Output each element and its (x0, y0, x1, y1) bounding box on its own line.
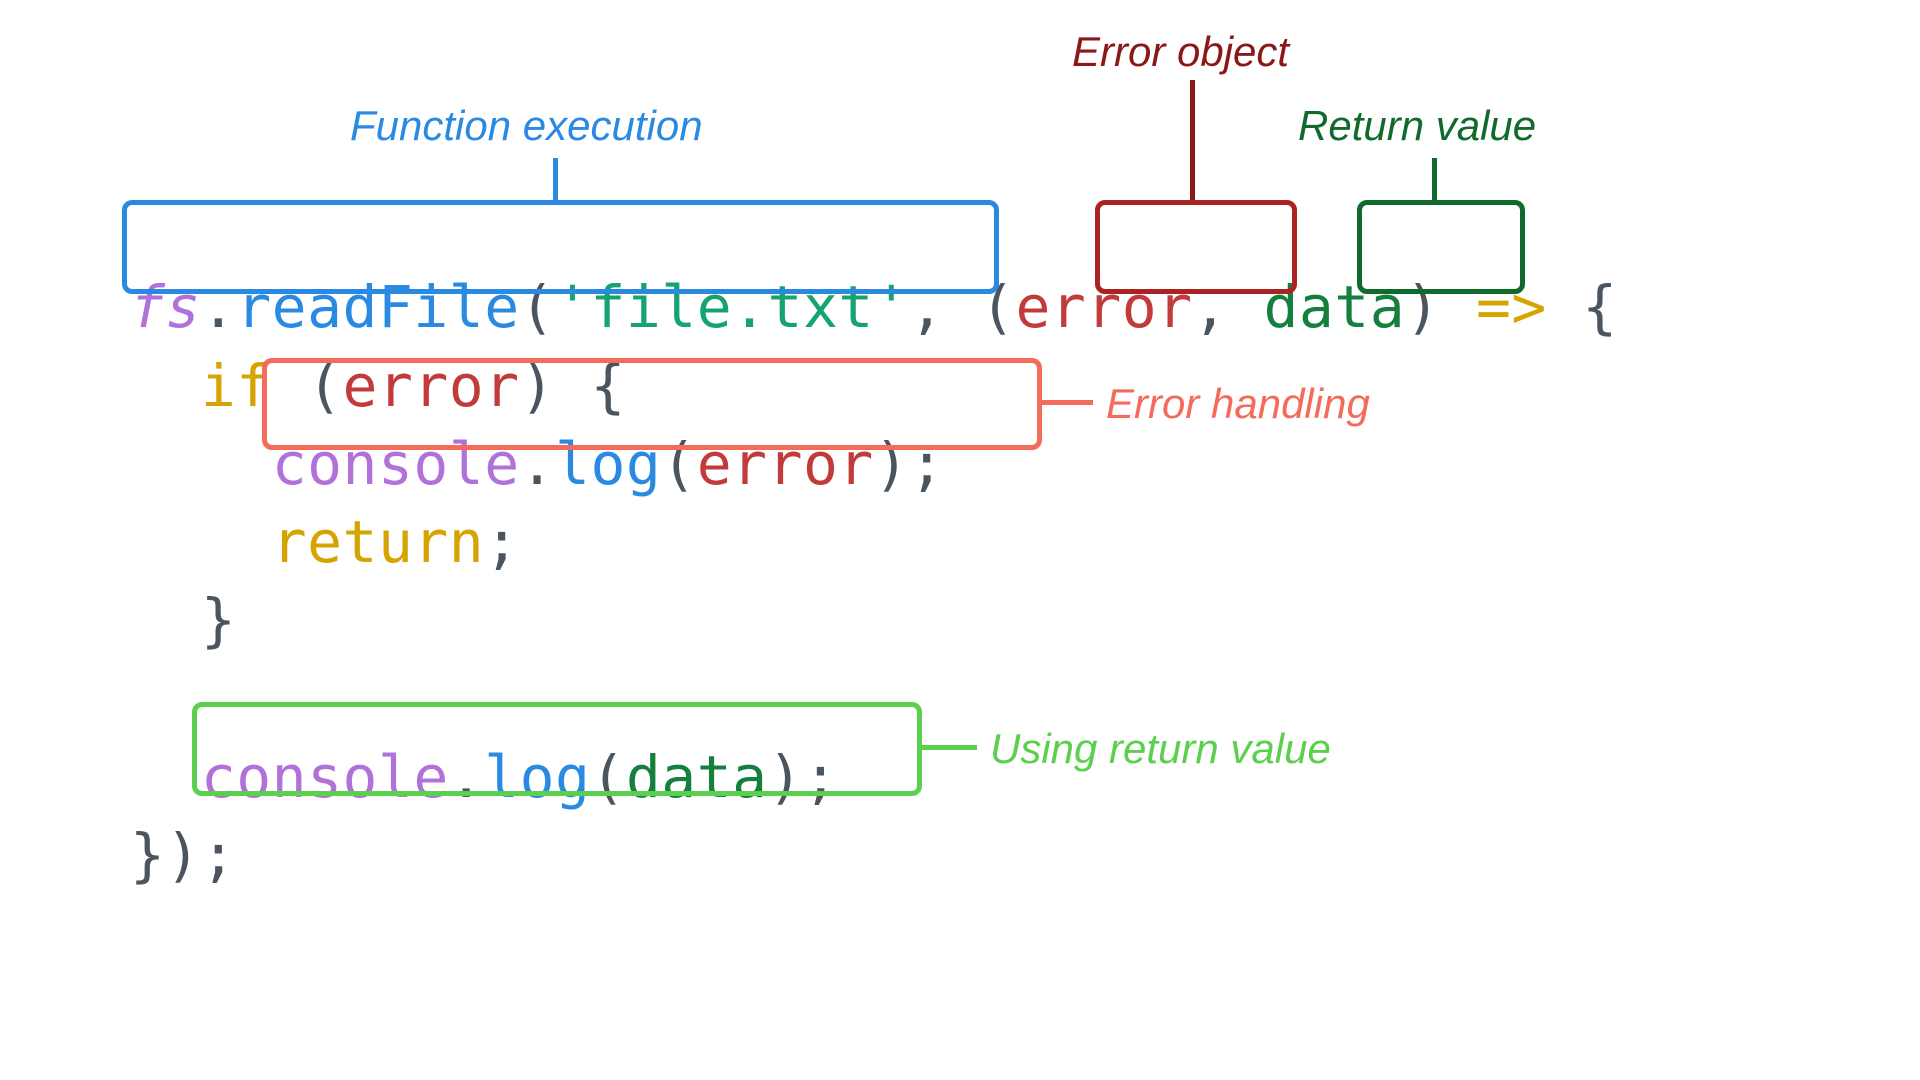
label-return-value: Return value (1298, 102, 1536, 150)
highlight-function-execution (122, 200, 999, 294)
connector-function-execution (553, 158, 558, 200)
label-using-return-value: Using return value (990, 725, 1331, 773)
highlight-using-return-value (192, 702, 922, 796)
token-return: return (272, 508, 485, 576)
connector-error-object (1190, 80, 1195, 200)
connector-using-return-value (917, 745, 977, 750)
label-error-handling: Error handling (1106, 380, 1370, 428)
label-function-execution: Function execution (350, 102, 703, 150)
label-error-object: Error object (1072, 28, 1289, 76)
connector-return-value (1432, 158, 1437, 200)
highlight-error-handling (262, 358, 1042, 450)
highlight-return-value (1357, 200, 1525, 294)
diagram-stage: fs.readFile('file.txt', (error, data) =>… (0, 0, 1920, 1080)
connector-error-handling (1037, 400, 1093, 405)
token-lbrace: { (1582, 273, 1617, 341)
highlight-error-object (1095, 200, 1297, 294)
